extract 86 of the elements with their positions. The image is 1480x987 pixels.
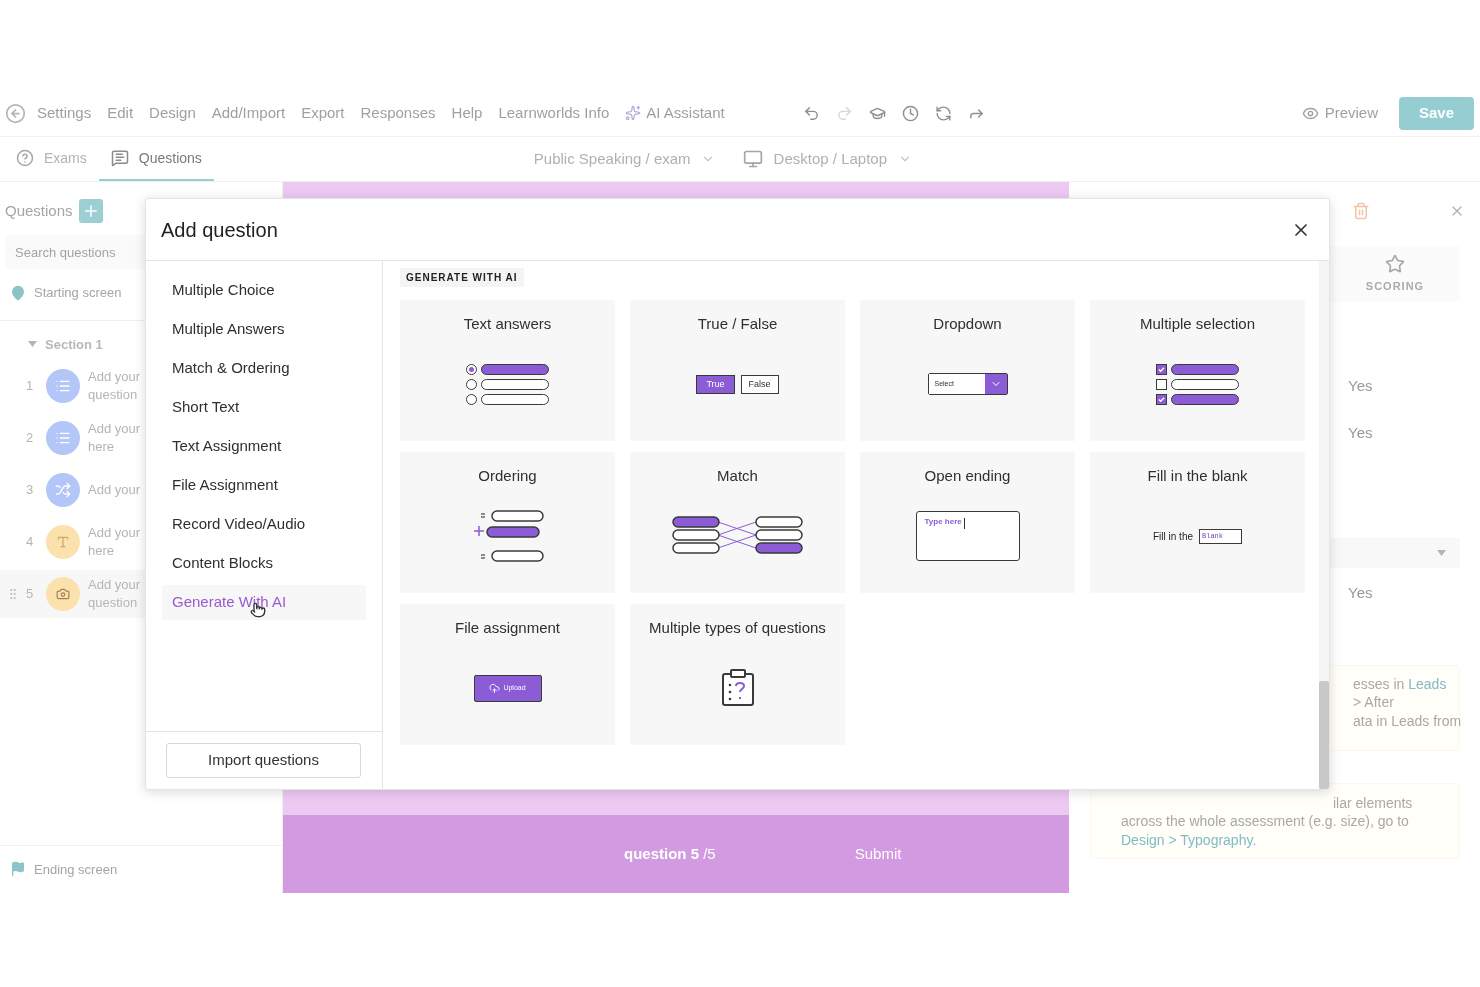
caret-icon	[1437, 550, 1446, 556]
section-tag: GENERATE WITH AI	[400, 268, 524, 287]
question-type-item[interactable]: Multiple Choice	[162, 273, 366, 308]
question-type-item[interactable]: File Assignment	[162, 468, 366, 503]
clipboard-question-icon	[720, 669, 755, 708]
question-type-item[interactable]: Text Assignment	[162, 429, 366, 464]
menu-item[interactable]: Settings	[37, 101, 92, 125]
question-title: Add your	[88, 481, 142, 499]
question-type-item[interactable]: Multiple Answers	[162, 312, 366, 347]
question-number: 2	[26, 429, 35, 448]
question-type-card[interactable]: Ordering	[400, 452, 615, 593]
question-number: 5	[26, 585, 35, 604]
question-type-item[interactable]: Match & Ordering	[162, 351, 366, 386]
menu-item[interactable]: Responses	[360, 101, 436, 125]
add-question-button[interactable]	[78, 199, 103, 223]
question-title: Add your here	[88, 524, 142, 560]
monitor-icon	[742, 149, 763, 169]
menu-item[interactable]: Help	[451, 101, 483, 125]
question-type-item[interactable]: Generate With AI	[162, 585, 366, 620]
question-title: Add your here	[88, 420, 142, 456]
dialog-title: Add question	[161, 217, 278, 243]
list-icon	[46, 421, 80, 455]
toggle-label: Yes	[1348, 583, 1374, 603]
sparkle-icon	[625, 105, 642, 121]
chat-icon	[110, 149, 129, 167]
toggle-label: Yes	[1348, 422, 1374, 443]
question-title: Add your question	[88, 576, 142, 612]
ai-assistant-menu[interactable]: AI Assistant	[625, 101, 725, 125]
question-type-card[interactable]: Multiple types of questions	[630, 604, 845, 745]
back-icon[interactable]	[5, 102, 26, 124]
menu-item[interactable]: Edit	[107, 101, 134, 125]
question-type-card[interactable]: True / False True False	[630, 300, 845, 441]
menu-item[interactable]: Add/Import	[211, 101, 286, 125]
flag-icon	[10, 861, 26, 878]
menu-item[interactable]: Export	[301, 101, 345, 125]
ending-screen-item[interactable]: Ending screen	[34, 859, 118, 879]
clock-icon[interactable]	[901, 104, 919, 122]
exam-dropdown[interactable]: Public Speaking / exam	[533, 137, 715, 181]
camera-icon	[46, 577, 80, 611]
menu-item[interactable]: Design	[149, 101, 196, 125]
info-text: ata in Leads from	[1353, 711, 1462, 730]
section-label: Section 1	[45, 335, 103, 354]
link[interactable]: Design > Typography.	[1121, 830, 1257, 849]
toggle-label: Yes	[1348, 376, 1374, 396]
undo-icon[interactable]	[802, 104, 820, 122]
shuffle-icon	[46, 473, 80, 507]
questions-heading: Questions	[5, 200, 73, 221]
tab[interactable]: Exams	[16, 137, 99, 181]
info-text: across the whole assessment (e.g. size), go to	[1121, 812, 1409, 831]
text-area-drawing: Type here	[915, 511, 1020, 562]
info-text: esses in	[1353, 674, 1406, 693]
question-type-card[interactable]: Open ending Type here	[860, 452, 1075, 593]
menu-item[interactable]: Learnworlds Info	[498, 101, 610, 125]
list-icon	[46, 369, 80, 403]
question-number: 1	[26, 377, 35, 396]
refresh-icon[interactable]	[934, 104, 952, 122]
help-icon	[16, 149, 34, 167]
scrollbar-thumb[interactable]	[1319, 681, 1329, 789]
select-field[interactable]	[1330, 538, 1460, 568]
question-title: Add your question	[88, 368, 142, 404]
search-field[interactable]: Search questions	[5, 235, 145, 269]
question-type-item[interactable]: Short Text	[162, 390, 366, 425]
submit-button[interactable]: Submit	[854, 842, 902, 866]
caret-icon[interactable]	[28, 341, 37, 348]
delete-icon[interactable]	[1352, 202, 1370, 220]
question-type-card[interactable]: Text answers	[400, 300, 615, 441]
text-icon	[46, 525, 80, 559]
tab[interactable]: Questions	[98, 137, 214, 181]
info-text: ilar elements	[1333, 793, 1413, 812]
true-false-drawing: True False	[696, 374, 779, 394]
star-icon[interactable]	[1385, 253, 1405, 274]
question-type-item[interactable]: Record Video/Audio	[162, 507, 366, 542]
question-number: 4	[26, 533, 35, 552]
scoring-tab[interactable]: SCORING	[1365, 277, 1425, 295]
question-counter: question 5 /5	[624, 843, 716, 864]
question-type-card[interactable]: Multiple selection	[1090, 300, 1305, 441]
import-questions-button[interactable]: Import questions	[166, 743, 361, 778]
starting-screen-item[interactable]: Starting screen	[34, 283, 122, 303]
device-dropdown[interactable]: Desktop / Laptop	[742, 137, 913, 181]
location-pin-icon	[10, 284, 26, 301]
preview-button[interactable]: Preview	[1301, 101, 1378, 125]
question-type-card[interactable]: Match	[630, 452, 845, 593]
info-text: > After	[1353, 693, 1394, 712]
question-number: 3	[26, 481, 35, 500]
save-button[interactable]: Save	[1399, 96, 1474, 130]
link[interactable]: Leads	[1408, 674, 1447, 693]
